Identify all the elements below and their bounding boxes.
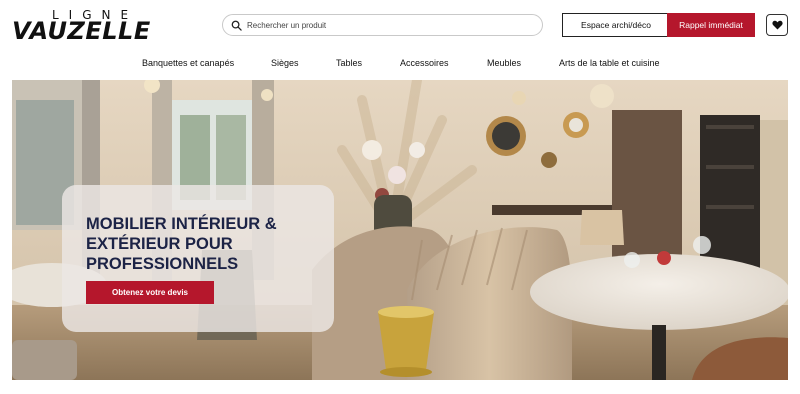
nav-item-tables[interactable]: Tables xyxy=(336,57,362,69)
quote-button[interactable]: Obtenez votre devis xyxy=(86,281,214,304)
nav-item-arts-de-la-table[interactable]: Arts de la table et cuisine xyxy=(559,57,660,69)
nav-item-sieges[interactable]: Sièges xyxy=(271,57,299,69)
rappel-immediat-button[interactable]: Rappel immédiat xyxy=(667,13,755,37)
favorites-button[interactable] xyxy=(766,14,788,36)
hero-title: MOBILIER INTÉRIEUR & EXTÉRIEUR POUR PROF… xyxy=(86,215,277,273)
nav-item-accessoires[interactable]: Accessoires xyxy=(400,57,449,69)
hero-banner: MOBILIER INTÉRIEUR & EXTÉRIEUR POUR PROF… xyxy=(12,80,788,380)
nav-item-banquettes[interactable]: Banquettes et canapés xyxy=(142,57,234,69)
main-nav: Banquettes et canapés Sièges Tables Acce… xyxy=(0,57,800,69)
hero-card: MOBILIER INTÉRIEUR & EXTÉRIEUR POUR PROF… xyxy=(62,185,334,332)
search-input[interactable] xyxy=(247,20,527,30)
brand-logo[interactable]: LIGNE VAUZELLE xyxy=(12,8,178,45)
nav-item-meubles[interactable]: Meubles xyxy=(487,57,521,69)
heart-icon xyxy=(771,20,783,30)
logo-main-text: VAUZELLE xyxy=(12,17,151,45)
search-icon xyxy=(231,20,242,31)
archi-deco-button[interactable]: Espace archi/déco xyxy=(562,13,670,37)
search-bar[interactable] xyxy=(222,14,543,36)
